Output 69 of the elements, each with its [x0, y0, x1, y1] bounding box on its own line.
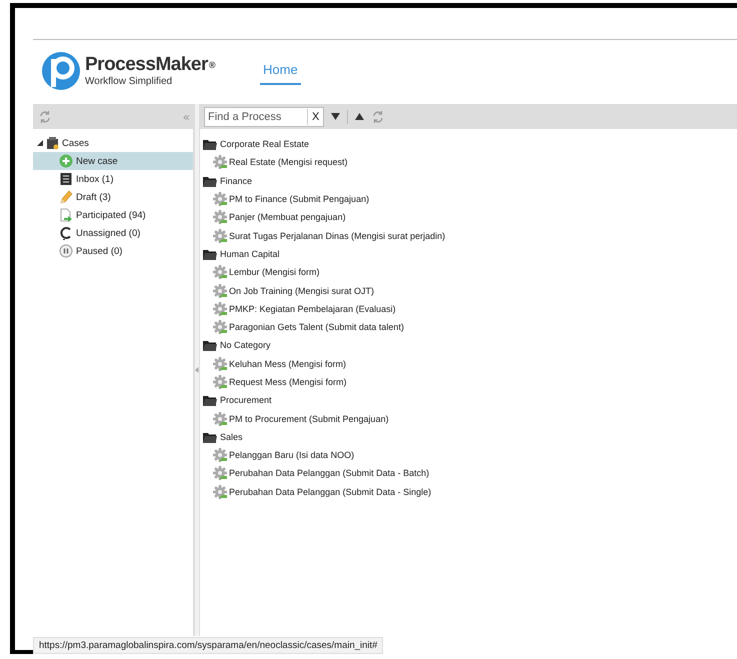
- category-label[interactable]: Finance: [220, 176, 252, 186]
- process-link[interactable]: Perubahan Data Pelanggan (Submit Data - Single): [229, 486, 432, 497]
- logo-icon: [41, 49, 81, 93]
- process-link[interactable]: Perubahan Data Pelanggan (Submit Data - Batch): [229, 468, 430, 478]
- process-link[interactable]: Keluhan Mess (Mengisi form): [229, 358, 346, 369]
- gear-icon: [213, 192, 227, 206]
- tree-item-label: Paused (0): [76, 246, 122, 256]
- gear-icon: [213, 228, 227, 243]
- logo-name: ProcessMaker: [85, 54, 208, 75]
- tree-item-label: Unassigned (0): [76, 228, 140, 238]
- process-link[interactable]: Real Estate (Mengisi request): [229, 157, 348, 168]
- tree-item-row[interactable]: Unassigned (0): [33, 224, 193, 242]
- process-link[interactable]: Pelanggan Baru (Isi data NOO): [229, 450, 354, 460]
- tree-item-row[interactable]: Draft (3): [33, 188, 193, 206]
- inbox-icon: [59, 172, 73, 186]
- category-label[interactable]: Human Capital: [220, 248, 280, 259]
- gear-icon: [213, 155, 227, 170]
- folder-icon: [203, 430, 217, 443]
- gear-icon: [213, 412, 227, 426]
- gear-icon: [213, 320, 227, 334]
- gear-icon: [213, 466, 227, 480]
- gear-icon: [213, 484, 227, 499]
- expanded-triangle-icon[interactable]: [37, 139, 44, 147]
- gear-icon: [213, 265, 227, 280]
- process-link[interactable]: Panjer (Membuat pengajuan): [229, 212, 346, 222]
- tree-item-label: Inbox (1): [76, 174, 114, 184]
- cases-folder-icon: [46, 136, 60, 150]
- category-label[interactable]: Sales: [220, 432, 243, 442]
- search-field[interactable]: Find a Process X: [204, 106, 324, 126]
- tree-item-row[interactable]: Participated (94): [33, 206, 193, 224]
- folder-icon: [203, 394, 217, 406]
- clear-button[interactable]: X: [307, 108, 324, 124]
- gear-icon: [213, 302, 227, 316]
- folder-icon: [203, 248, 217, 260]
- process-link[interactable]: Lembur (Mengisi form): [229, 267, 320, 278]
- pause-icon: [59, 244, 73, 258]
- folder-icon: [203, 174, 217, 187]
- process-link[interactable]: Surat Tugas Perjalanan Dinas (Mengisi surat perjadin): [229, 230, 446, 241]
- registered-mark: ®: [208, 60, 216, 70]
- document-arrow-icon: [59, 208, 73, 222]
- process-link[interactable]: On Job Training (Mengisi surat OJT): [229, 286, 374, 296]
- down-arrow-icon[interactable]: [331, 113, 340, 120]
- gear-icon: [213, 210, 227, 224]
- tree-item-label: Draft (3): [76, 192, 111, 202]
- process-link[interactable]: Request Mess (Mengisi form): [229, 377, 347, 387]
- gear-icon: [213, 448, 227, 462]
- process-link[interactable]: PM to Procurement (Submit Pengajuan): [229, 414, 389, 424]
- tree-item-label: Participated (94): [76, 210, 146, 220]
- logo-tagline: Workflow Simplified: [85, 76, 174, 88]
- gear-icon: [213, 356, 227, 371]
- status-url: https://pm3.paramaglobalinspira.com/sysparama/en/neoclassic/cases/main_init#: [33, 637, 384, 654]
- process-link[interactable]: Paragonian Gets Talent (Submit data talent): [229, 322, 404, 332]
- up-arrow-icon[interactable]: [355, 113, 364, 120]
- process-link[interactable]: PM to Finance (Submit Pengajuan): [229, 194, 370, 204]
- tree-item-row[interactable]: New case: [33, 152, 193, 170]
- process-link[interactable]: PMKP: Kegiatan Pembelajaran (Evaluasi): [229, 304, 396, 314]
- tree-item-label: New case: [76, 156, 118, 166]
- folder-icon: [203, 339, 217, 352]
- category-label[interactable]: Procurement: [220, 395, 272, 406]
- tree-item-row[interactable]: Inbox (1): [33, 170, 193, 188]
- pencil-icon: [59, 190, 73, 204]
- gear-icon: [213, 375, 227, 389]
- folder-icon: [203, 138, 217, 150]
- tree-item-row[interactable]: Paused (0): [33, 242, 193, 260]
- category-label[interactable]: Corporate Real Estate: [220, 139, 310, 150]
- category-label[interactable]: No Category: [220, 340, 271, 350]
- plus-icon: [59, 154, 73, 168]
- gear-icon: [213, 284, 227, 298]
- tree-item[interactable]: Cases: [62, 138, 89, 148]
